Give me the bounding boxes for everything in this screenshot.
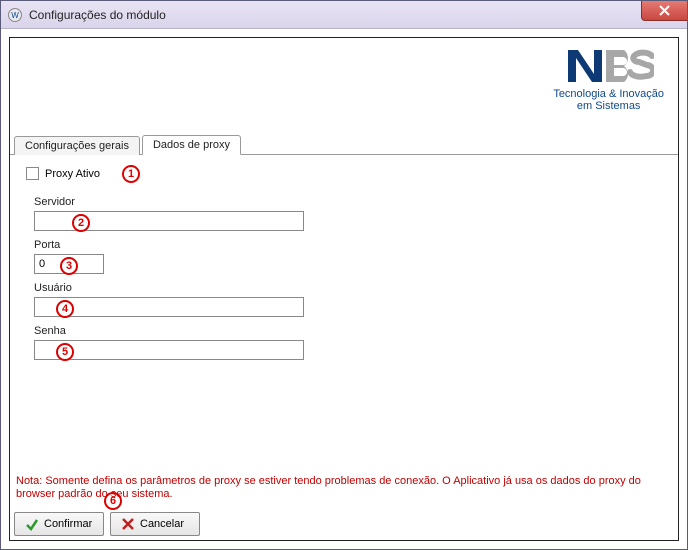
port-input[interactable] <box>34 254 104 274</box>
titlebar: W Configurações do módulo <box>1 1 687 29</box>
password-group: Senha 5 <box>34 325 662 360</box>
check-icon <box>25 517 39 531</box>
tab-proxy[interactable]: Dados de proxy <box>142 135 241 155</box>
user-group: Usuário 4 <box>34 282 662 317</box>
confirm-label: Confirmar <box>44 518 92 530</box>
nbs-logo <box>564 44 654 86</box>
annotation-1: 1 <box>122 165 140 183</box>
proxy-active-row: Proxy Ativo 1 <box>26 167 662 180</box>
x-icon <box>121 517 135 531</box>
proxy-active-checkbox[interactable] <box>26 167 39 180</box>
user-label: Usuário <box>34 282 662 294</box>
cancel-button[interactable]: Cancelar <box>110 512 200 536</box>
logo-area: Tecnologia & Inovação em Sistemas <box>553 44 664 112</box>
tab-strip: Configurações gerais Dados de proxy <box>10 131 678 155</box>
close-button[interactable] <box>641 1 687 21</box>
logo-tagline-2: em Sistemas <box>553 100 664 112</box>
window-frame: Tecnologia & Inovação em Sistemas Config… <box>9 37 679 541</box>
logo-tagline-1: Tecnologia & Inovação <box>553 88 664 100</box>
window-title: Configurações do módulo <box>29 8 166 22</box>
proxy-note: Nota: Somente defina os parâmetros de pr… <box>16 475 672 503</box>
tab-general[interactable]: Configurações gerais <box>14 136 140 155</box>
button-bar: Confirmar Cancelar <box>14 512 200 536</box>
proxy-active-label: Proxy Ativo <box>45 168 100 180</box>
port-label: Porta <box>34 239 662 251</box>
port-group: Porta 3 <box>34 239 662 274</box>
close-icon <box>659 5 670 16</box>
cancel-label: Cancelar <box>140 518 184 530</box>
user-input[interactable] <box>34 297 304 317</box>
confirm-button[interactable]: Confirmar <box>14 512 104 536</box>
password-label: Senha <box>34 325 662 337</box>
app-icon: W <box>7 7 23 23</box>
tab-body-proxy: Proxy Ativo 1 Servidor 2 Porta 3 Usuário… <box>10 155 678 474</box>
svg-text:W: W <box>11 11 19 20</box>
server-group: Servidor 2 <box>34 196 662 231</box>
password-input[interactable] <box>34 340 304 360</box>
server-label: Servidor <box>34 196 662 208</box>
server-input[interactable] <box>34 211 304 231</box>
